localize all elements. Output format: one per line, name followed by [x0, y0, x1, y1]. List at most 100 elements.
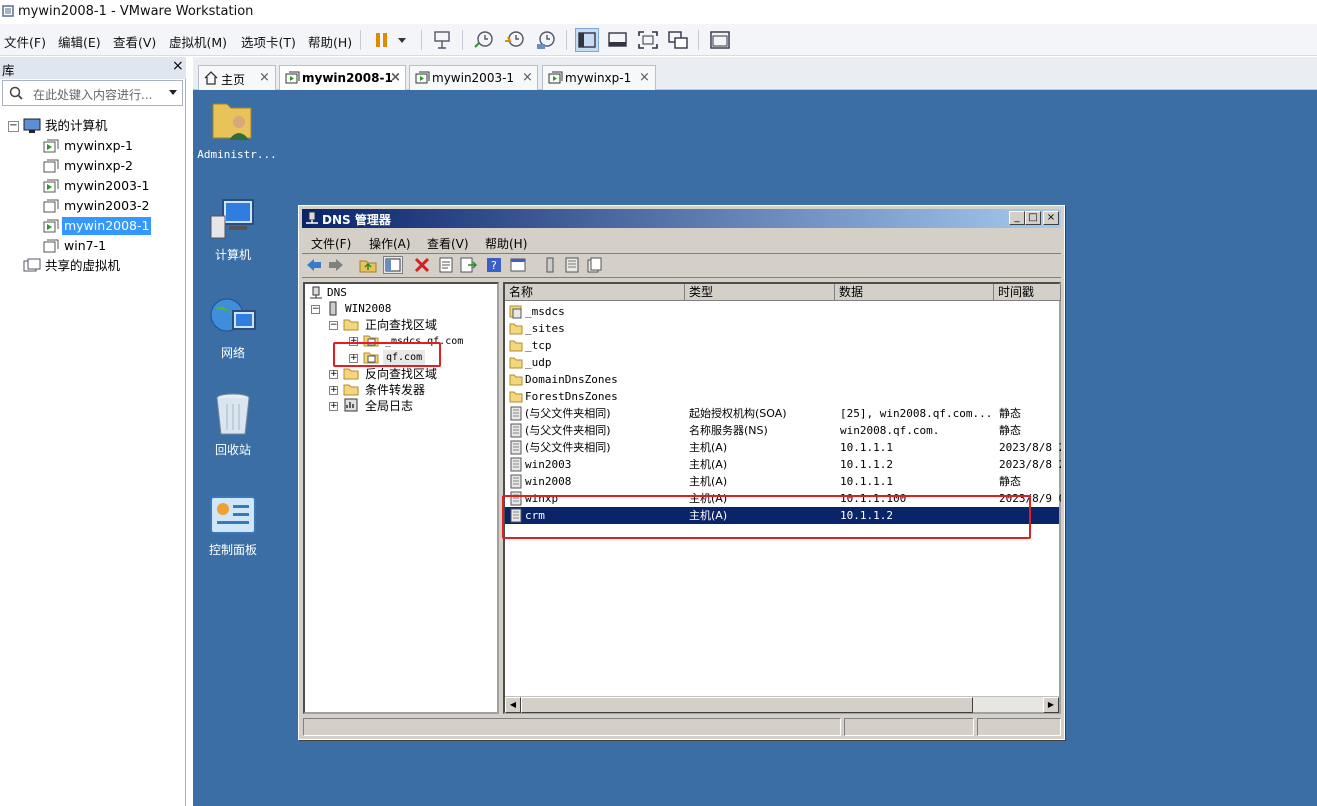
scroll-left-button[interactable]: ◀ — [505, 697, 521, 713]
search-dropdown-icon[interactable] — [169, 90, 178, 96]
menu-view[interactable]: 查看(V) — [113, 32, 156, 51]
dns-menu-action[interactable]: 操作(A) — [369, 235, 411, 252]
shared-vms-icon — [23, 258, 41, 274]
full-screen-icon[interactable] — [636, 28, 660, 52]
tree-conditional-forwarders[interactable]: 条件转发器 — [365, 382, 425, 398]
console-tree-icon[interactable] — [509, 257, 527, 273]
tree-collapse-icon[interactable]: − — [8, 121, 19, 132]
library-title: 库 — [2, 63, 15, 78]
pause-dropdown-icon[interactable] — [397, 32, 407, 48]
maximize-button[interactable]: □ — [1025, 211, 1041, 225]
server-icon[interactable] — [541, 257, 559, 273]
tab-mywin2008-1-close-button[interactable]: × — [390, 70, 401, 85]
record-row[interactable]: (与父文件夹相同) 主机(A) 10.1.1.1 2023/8/8 2 — [505, 439, 1061, 456]
tree-expand-icon[interactable]: + — [329, 386, 338, 395]
show-library-icon[interactable] — [575, 28, 599, 52]
tab-mywinxp-1-close-button[interactable]: × — [639, 70, 650, 85]
forward-arrow-icon[interactable] — [327, 257, 345, 273]
library-vm-item[interactable]: win7-1 — [62, 237, 108, 255]
tab-home[interactable]: 主页 × — [198, 65, 276, 91]
record-name: DomainDnsZones — [525, 373, 618, 386]
dns-menu-help[interactable]: 帮助(H) — [485, 235, 527, 252]
column-header-timestamp[interactable]: 时间戳 — [994, 284, 1061, 301]
new-record-icon[interactable] — [585, 257, 603, 273]
tree-shared-vms[interactable]: 共享的虚拟机 — [45, 257, 120, 275]
record-name: _tcp — [525, 339, 552, 352]
dns-titlebar: DNS 管理器 _ □ × — [302, 209, 1061, 228]
tree-expand-icon[interactable]: + — [329, 370, 338, 379]
minimize-button[interactable]: _ — [1009, 211, 1025, 225]
tree-expand-icon[interactable]: + — [329, 402, 338, 411]
record-row[interactable]: _udp — [505, 354, 1059, 371]
console-view-icon[interactable] — [708, 28, 732, 52]
record-data: 10.1.1.2 — [840, 458, 893, 471]
menu-help[interactable]: 帮助(H) — [308, 32, 352, 51]
send-ctrl-alt-del-icon[interactable] — [430, 28, 454, 52]
tree-collapse-icon[interactable]: − — [329, 321, 338, 330]
tree-forward-zones[interactable]: 正向查找区域 — [365, 317, 437, 333]
delete-icon[interactable] — [413, 257, 431, 273]
record-name: win2008 — [525, 475, 572, 488]
tree-dns[interactable]: DNS — [327, 285, 347, 301]
user-folder-icon — [211, 96, 255, 144]
unity-icon[interactable] — [666, 28, 690, 52]
close-button[interactable]: × — [1043, 211, 1059, 225]
snapshot-manager-icon[interactable] — [534, 28, 558, 52]
list-records-icon[interactable] — [563, 257, 581, 273]
record-row[interactable]: win2003 主机(A) 10.1.1.2 2023/8/8 2 — [505, 456, 1061, 473]
show-hide-tree-icon[interactable] — [383, 256, 403, 274]
tree-global-logs[interactable]: 全局日志 — [365, 398, 413, 414]
library-search-input[interactable]: 在此处键入内容进行... — [2, 80, 183, 106]
tab-mywin2003-1[interactable]: mywin2003-1 × — [409, 65, 538, 91]
menu-vm[interactable]: 虚拟机(M) — [169, 32, 227, 51]
library-vm-item[interactable]: mywin2003-1 — [62, 177, 151, 195]
record-row[interactable]: _msdcs — [505, 303, 1059, 320]
tree-collapse-icon[interactable]: − — [311, 305, 320, 314]
tree-my-computer[interactable]: 我的计算机 — [45, 117, 108, 135]
back-arrow-icon[interactable] — [305, 257, 323, 273]
record-row[interactable]: (与父文件夹相同) 起始授权机构(SOA) [25], win2008.qf.com… — [505, 405, 1059, 422]
library-vm-item[interactable]: mywinxp-2 — [62, 157, 135, 175]
dns-menu-view[interactable]: 查看(V) — [427, 235, 469, 252]
record-icon — [509, 423, 523, 438]
record-row[interactable]: win2008 主机(A) 10.1.1.1 静态 — [505, 473, 1059, 490]
library-vm-item[interactable]: mywinxp-1 — [62, 137, 135, 155]
library-vm-item[interactable]: mywin2008-1 — [62, 217, 152, 235]
dns-server-icon — [327, 301, 339, 317]
record-row[interactable]: ForestDnsZones — [505, 388, 1059, 405]
scroll-thumb[interactable] — [521, 697, 973, 713]
tree-server[interactable]: WIN2008 — [345, 301, 391, 317]
snapshot-revert-icon[interactable] — [503, 28, 527, 52]
up-folder-icon[interactable] — [359, 257, 377, 273]
record-row[interactable]: _tcp — [505, 337, 1059, 354]
menu-edit[interactable]: 编辑(E) — [58, 32, 101, 51]
column-header-name[interactable]: 名称 — [505, 284, 685, 301]
library-vm-item[interactable]: mywin2003-2 — [62, 197, 151, 215]
tab-mywin2003-1-close-button[interactable]: × — [522, 70, 533, 85]
record-row[interactable]: (与父文件夹相同) 名称服务器(NS) win2008.qf.com. 静态 — [505, 422, 1059, 439]
svg-text:?: ? — [491, 259, 497, 272]
tab-home-close-button[interactable]: × — [259, 70, 270, 85]
tab-mywinxp-1[interactable]: mywinxp-1 × — [542, 65, 656, 91]
record-row[interactable]: _sites — [505, 320, 1059, 337]
record-row[interactable]: DomainDnsZones — [505, 371, 1059, 388]
export-list-icon[interactable] — [459, 257, 477, 273]
folder-icon — [343, 366, 359, 380]
scroll-right-button[interactable]: ▶ — [1043, 697, 1059, 713]
column-header-data[interactable]: 数据 — [835, 284, 994, 301]
library-close-button[interactable]: × — [172, 58, 184, 74]
thumbnail-bar-icon[interactable] — [606, 28, 630, 52]
snapshot-take-icon[interactable] — [472, 28, 496, 52]
horizontal-scrollbar[interactable]: ◀ ▶ — [505, 696, 1059, 713]
help-icon[interactable]: ? — [485, 257, 503, 273]
dns-root-icon — [309, 286, 323, 300]
tree-reverse-zones[interactable]: 反向查找区域 — [365, 366, 437, 382]
dns-menu-file[interactable]: 文件(F) — [311, 235, 351, 252]
column-header-type[interactable]: 类型 — [685, 284, 835, 301]
pause-icon[interactable] — [372, 28, 396, 52]
desktop-icon-label: 控制面板 — [208, 543, 257, 557]
properties-icon[interactable] — [437, 257, 455, 273]
menu-file[interactable]: 文件(F) — [4, 32, 46, 51]
menu-tabs[interactable]: 选项卡(T) — [241, 32, 296, 51]
tab-mywin2008-1[interactable]: mywin2008-1 × — [279, 65, 406, 91]
